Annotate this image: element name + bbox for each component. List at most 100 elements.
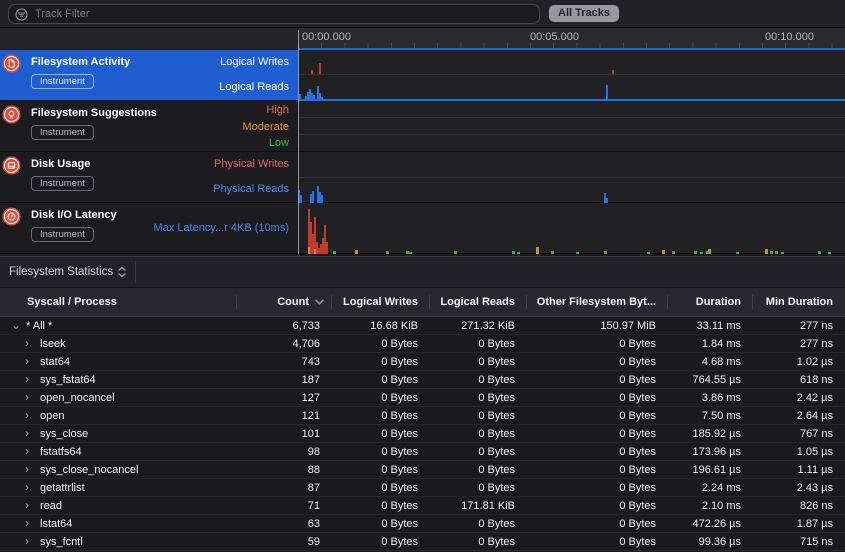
column-header-count[interactable]: Count <box>237 288 332 316</box>
track-graph-filesystem-suggestions[interactable] <box>298 101 845 151</box>
value-cell: 743 <box>237 353 332 370</box>
graph-bar <box>326 242 328 254</box>
disclosure-chevron[interactable]: › <box>25 335 29 352</box>
chevron-up-down-icon <box>118 266 126 278</box>
column-header-min-duration[interactable]: Min Duration <box>753 288 845 316</box>
track-title: Disk Usage <box>31 158 90 170</box>
syscall-name-cell: ›sys_close_nocancel <box>0 461 237 478</box>
playhead-line[interactable] <box>298 30 299 254</box>
all-tracks-button[interactable]: All Tracks <box>549 5 619 22</box>
column-header-syscall-process[interactable]: Syscall / Process <box>0 288 237 316</box>
column-header-duration[interactable]: Duration <box>668 288 753 316</box>
track-graph-disk-i-o-latency[interactable] <box>298 203 845 253</box>
value-cell: 0 Bytes <box>430 353 527 370</box>
track-graph-filesystem-activity[interactable] <box>298 50 845 100</box>
instrument-badge: Instrument <box>31 227 94 242</box>
value-cell: 88 <box>237 461 332 478</box>
table-row[interactable]: ›sys_fcntl590 Bytes0 Bytes0 Bytes99.36 µ… <box>0 533 845 551</box>
disclosure-chevron[interactable]: › <box>25 353 29 370</box>
value-cell: 715 ns <box>753 533 845 550</box>
disclosure-chevron[interactable]: › <box>25 389 29 406</box>
graph-bar <box>694 251 697 254</box>
table-row[interactable]: ›read710 Bytes171.81 KiB0 Bytes2.10 ms82… <box>0 497 845 515</box>
syscall-name: getattrlist <box>0 482 85 494</box>
table-row[interactable]: ›open_nocancel1270 Bytes0 Bytes0 Bytes3.… <box>0 389 845 407</box>
track-row-filesystem-suggestions[interactable]: Filesystem SuggestionsInstrumentHighMode… <box>0 101 845 152</box>
table-row[interactable]: ›getattrlist870 Bytes0 Bytes0 Bytes2.24 … <box>0 479 845 497</box>
graph-bar <box>311 70 313 74</box>
column-header-logical-writes[interactable]: Logical Writes <box>332 288 430 316</box>
table-row[interactable]: ›stat647430 Bytes0 Bytes0 Bytes4.68 ms1.… <box>0 353 845 371</box>
instrument-badge: Instrument <box>31 125 94 140</box>
sort-chevron-down-icon <box>315 299 324 305</box>
timeline-ruler-scale[interactable]: 00:00.00000:05.00000:10.000 <box>298 28 845 50</box>
graph-bar <box>536 247 539 254</box>
track-list: Filesystem ActivityInstrumentLogical Wri… <box>0 50 845 254</box>
table-row[interactable]: ›sys_fstat641870 Bytes0 Bytes0 Bytes764.… <box>0 371 845 389</box>
syscall-name-cell: ›lstat64 <box>0 515 237 532</box>
disclosure-chevron[interactable]: › <box>25 407 29 424</box>
value-cell: 3.86 ms <box>668 389 753 406</box>
disclosure-chevron[interactable]: › <box>25 515 29 532</box>
disclosure-chevron[interactable]: › <box>25 371 29 388</box>
table-row[interactable]: ›lstat64630 Bytes0 Bytes0 Bytes472.26 µs… <box>0 515 845 533</box>
table-row[interactable]: ⌄* All *6,73316.68 KiB271.32 KiB150.97 M… <box>0 317 845 335</box>
track-row-disk-usage[interactable]: Disk UsageInstrumentPhysical WritesPhysi… <box>0 152 845 203</box>
syscall-name-cell: ›open_nocancel <box>0 389 237 406</box>
ruler-ticks <box>298 43 845 48</box>
value-cell: 271.32 KiB <box>430 317 527 334</box>
value-cell: 0 Bytes <box>430 479 527 496</box>
column-header-other-filesystem-byt[interactable]: Other Filesystem Byt... <box>527 288 668 316</box>
track-row-disk-i-o-latency[interactable]: Disk I/O LatencyInstrumentMax Latency...… <box>0 203 845 254</box>
disclosure-chevron[interactable]: › <box>25 443 29 460</box>
table-row[interactable]: ›fstatfs64980 Bytes0 Bytes0 Bytes173.96 … <box>0 443 845 461</box>
track-header-disk-i-o-latency[interactable]: Disk I/O LatencyInstrumentMax Latency...… <box>0 203 298 253</box>
track-header-filesystem-activity[interactable]: Filesystem ActivityInstrumentLogical Wri… <box>0 50 298 100</box>
value-cell: 0 Bytes <box>527 443 668 460</box>
value-cell: 6,733 <box>237 317 332 334</box>
track-header-filesystem-suggestions[interactable]: Filesystem SuggestionsInstrumentHighMode… <box>0 101 298 151</box>
value-cell: 185.92 µs <box>668 425 753 442</box>
value-cell: 0 Bytes <box>527 425 668 442</box>
statistics-table: ⌄* All *6,73316.68 KiB271.32 KiB150.97 M… <box>0 317 845 552</box>
table-row[interactable]: ›sys_close_nocancel880 Bytes0 Bytes0 Byt… <box>0 461 845 479</box>
column-header-logical-reads[interactable]: Logical Reads <box>430 288 527 316</box>
value-cell: 0 Bytes <box>527 335 668 352</box>
graph-lane <box>298 101 845 118</box>
value-cell: 764.55 µs <box>668 371 753 388</box>
disclosure-chevron[interactable]: › <box>25 425 29 442</box>
value-cell: 0 Bytes <box>430 533 527 550</box>
value-cell: 472.26 µs <box>668 515 753 532</box>
value-cell: 33.11 ms <box>668 317 753 334</box>
disclosure-chevron[interactable]: › <box>25 461 29 478</box>
disclosure-chevron[interactable]: › <box>25 497 29 514</box>
disclosure-chevron[interactable]: › <box>25 479 29 496</box>
track-filter-field[interactable] <box>8 4 540 24</box>
detail-pane-header: Filesystem Statistics <box>0 256 845 288</box>
graph-lane <box>298 118 845 135</box>
table-row[interactable]: ›open1210 Bytes0 Bytes0 Bytes7.50 ms2.64… <box>0 407 845 425</box>
value-cell: 0 Bytes <box>332 479 430 496</box>
timeline-ruler[interactable]: 00:00.00000:05.00000:10.000 <box>0 28 845 50</box>
track-filter-input[interactable] <box>33 7 533 21</box>
syscall-name-cell: ›sys_fcntl <box>0 533 237 550</box>
disclosure-chevron[interactable]: › <box>25 533 29 550</box>
value-cell: 1.11 µs <box>753 461 845 478</box>
table-row[interactable]: ›lseek4,7060 Bytes0 Bytes0 Bytes1.84 ms2… <box>0 335 845 353</box>
disclosure-chevron[interactable]: ⌄ <box>11 317 21 334</box>
value-cell: 0 Bytes <box>430 515 527 532</box>
statistics-selector[interactable]: Filesystem Statistics <box>0 266 126 278</box>
syscall-name-cell: ›sys_fstat64 <box>0 371 237 388</box>
value-cell: 121 <box>237 407 332 424</box>
value-cell: 0 Bytes <box>527 353 668 370</box>
jump-bar-divider <box>135 261 136 283</box>
track-lane-label: Moderate <box>243 121 289 133</box>
table-row[interactable]: ›sys_close1010 Bytes0 Bytes0 Bytes185.92… <box>0 425 845 443</box>
value-cell: 2.24 ms <box>668 479 753 496</box>
track-graph-disk-usage[interactable] <box>298 152 845 202</box>
ruler-time-label: 00:10.000 <box>765 31 814 43</box>
value-cell: 4.68 ms <box>668 353 753 370</box>
track-row-filesystem-activity[interactable]: Filesystem ActivityInstrumentLogical Wri… <box>0 50 845 101</box>
graph-bar <box>647 252 650 254</box>
track-header-disk-usage[interactable]: Disk UsageInstrumentPhysical WritesPhysi… <box>0 152 298 202</box>
